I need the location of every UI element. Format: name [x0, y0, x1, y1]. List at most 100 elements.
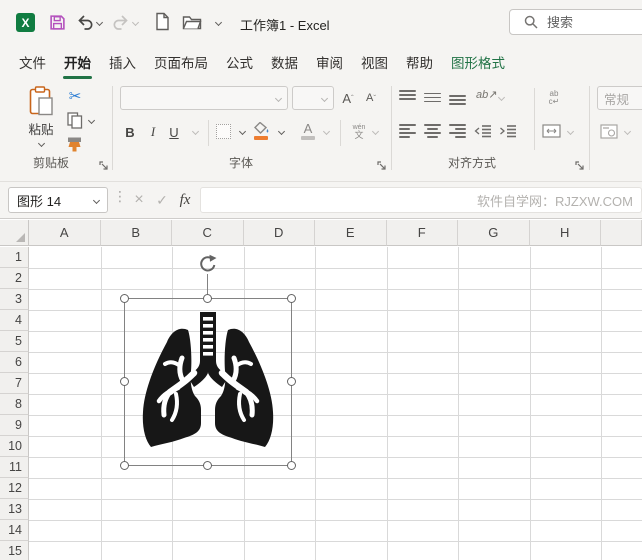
alignment-dialog-launcher-icon[interactable] [575, 161, 585, 171]
formula-bar-splitter[interactable]: ⋮ [113, 188, 127, 205]
accounting-chevron-icon[interactable] [623, 127, 632, 136]
accounting-format-icon [600, 124, 618, 139]
align-bottom-button[interactable] [449, 90, 466, 105]
row-header-9[interactable]: 9 [0, 415, 29, 436]
gridline-vertical [601, 247, 602, 560]
row-header-5[interactable]: 5 [0, 331, 29, 352]
tab-review[interactable]: 审阅 [307, 50, 352, 80]
column-header-g[interactable]: G [458, 220, 530, 246]
row-header-12[interactable]: 12 [0, 478, 29, 499]
number-format-combobox[interactable]: 常规 [597, 86, 642, 110]
search-box[interactable] [509, 9, 642, 35]
row-header-15[interactable]: 15 [0, 541, 29, 560]
column-header-h[interactable]: H [529, 220, 601, 246]
tab-data[interactable]: 数据 [262, 50, 307, 80]
column-header-d[interactable]: D [243, 220, 315, 246]
row-header-8[interactable]: 8 [0, 394, 29, 415]
font-color-button[interactable]: A [300, 121, 316, 136]
tab-insert[interactable]: 插入 [100, 50, 145, 80]
insert-function-button[interactable]: fx [174, 187, 196, 213]
phonetic-chevron-icon[interactable] [371, 127, 380, 136]
resize-handle-middle-left[interactable] [119, 377, 129, 386]
worksheet-grid[interactable]: 15 14 13 12 11 10 9 8 7 6 5 4 3 2 1 H G F E D C B A [0, 218, 642, 560]
column-header-e[interactable]: E [315, 220, 387, 246]
font-name-combobox[interactable] [120, 86, 288, 110]
resize-handle-bottom-right[interactable] [286, 460, 296, 470]
fill-color-chevron-icon[interactable] [277, 127, 286, 136]
row-header-2[interactable]: 2 [0, 268, 29, 289]
tab-graphics-format[interactable]: 图形格式 [442, 50, 514, 80]
select-all-corner[interactable] [0, 220, 29, 246]
row-header-14[interactable]: 14 [0, 520, 29, 541]
phonetic-guide-button[interactable]: wén 文 [349, 121, 369, 143]
merge-center-button[interactable] [542, 124, 561, 138]
row-header-11[interactable]: 11 [0, 457, 29, 478]
paste-button[interactable]: 粘贴 [22, 84, 60, 148]
resize-handle-bottom-left[interactable] [119, 460, 129, 470]
save-button[interactable] [49, 14, 66, 31]
wrap-text-button[interactable]: ab c↵ [543, 90, 565, 106]
cut-button[interactable]: ✂ [66, 87, 84, 105]
bold-button[interactable]: B [121, 122, 139, 142]
align-center-button[interactable] [424, 124, 441, 138]
underline-chevron-icon[interactable] [191, 127, 200, 136]
name-box[interactable]: 图形 14 [8, 187, 108, 213]
align-middle-button[interactable] [424, 90, 441, 105]
rotate-handle-icon[interactable] [197, 254, 218, 275]
borders-button[interactable] [216, 124, 231, 139]
decrease-font-size-button[interactable]: Aˇ [361, 88, 381, 108]
tab-file[interactable]: 文件 [10, 50, 55, 80]
row-header-10[interactable]: 10 [0, 436, 29, 457]
font-dialog-launcher-icon[interactable] [377, 161, 387, 171]
copy-chevron-icon[interactable] [87, 116, 96, 125]
orientation-button[interactable]: ab↗ [476, 88, 497, 101]
copy-button[interactable] [66, 111, 84, 129]
font-color-chevron-icon[interactable] [322, 127, 331, 136]
column-header-b[interactable]: B [100, 220, 172, 246]
resize-handle-top-right[interactable] [286, 293, 296, 303]
formula-input[interactable]: 软件自学网：RJZXW.COM [200, 187, 642, 213]
accounting-format-button[interactable] [600, 124, 618, 139]
open-folder-button[interactable] [182, 15, 202, 30]
column-header-f[interactable]: F [386, 220, 458, 246]
format-painter-button[interactable] [64, 135, 86, 153]
increase-indent-button[interactable] [499, 124, 517, 138]
font-size-combobox[interactable] [292, 86, 334, 110]
new-file-button[interactable] [155, 12, 170, 31]
undo-dropdown-chevron-icon[interactable] [95, 18, 104, 27]
undo-button[interactable] [76, 13, 94, 30]
borders-chevron-icon[interactable] [238, 127, 247, 136]
row-header-13[interactable]: 13 [0, 499, 29, 520]
row-header-1[interactable]: 1 [0, 247, 29, 268]
column-header-a[interactable]: A [29, 220, 101, 246]
search-input[interactable] [547, 14, 627, 30]
tab-view[interactable]: 视图 [352, 50, 397, 80]
align-left-button[interactable] [399, 124, 416, 138]
merge-chevron-icon[interactable] [566, 127, 575, 136]
row-header-4[interactable]: 4 [0, 310, 29, 331]
row-header-3[interactable]: 3 [0, 289, 29, 310]
align-top-button[interactable] [399, 90, 416, 105]
clipboard-dialog-launcher-icon[interactable] [99, 161, 109, 171]
row-header-6[interactable]: 6 [0, 352, 29, 373]
orientation-chevron-icon[interactable] [497, 93, 506, 102]
column-header-c[interactable]: C [172, 220, 244, 246]
row-header-7[interactable]: 7 [0, 373, 29, 394]
tab-home[interactable]: 开始 [55, 50, 100, 80]
tab-help[interactable]: 帮助 [397, 50, 442, 80]
resize-handle-middle-right[interactable] [286, 377, 296, 386]
resize-handle-top-left[interactable] [119, 293, 129, 303]
resize-handle-top-center[interactable] [203, 293, 212, 303]
fill-color-button[interactable] [253, 121, 271, 135]
italic-button[interactable]: I [146, 122, 160, 142]
gridline-horizontal [29, 499, 642, 500]
qat-customize-chevron-icon[interactable] [214, 18, 223, 27]
resize-handle-bottom-center[interactable] [203, 460, 212, 470]
increase-font-size-button[interactable]: Aˆ [338, 88, 358, 108]
underline-button[interactable]: U [166, 122, 182, 142]
decrease-indent-button[interactable] [474, 124, 492, 138]
align-right-button[interactable] [449, 124, 466, 138]
tab-page-layout[interactable]: 页面布局 [145, 50, 217, 80]
tab-formulas[interactable]: 公式 [217, 50, 262, 80]
column-header-partial[interactable] [601, 220, 642, 246]
